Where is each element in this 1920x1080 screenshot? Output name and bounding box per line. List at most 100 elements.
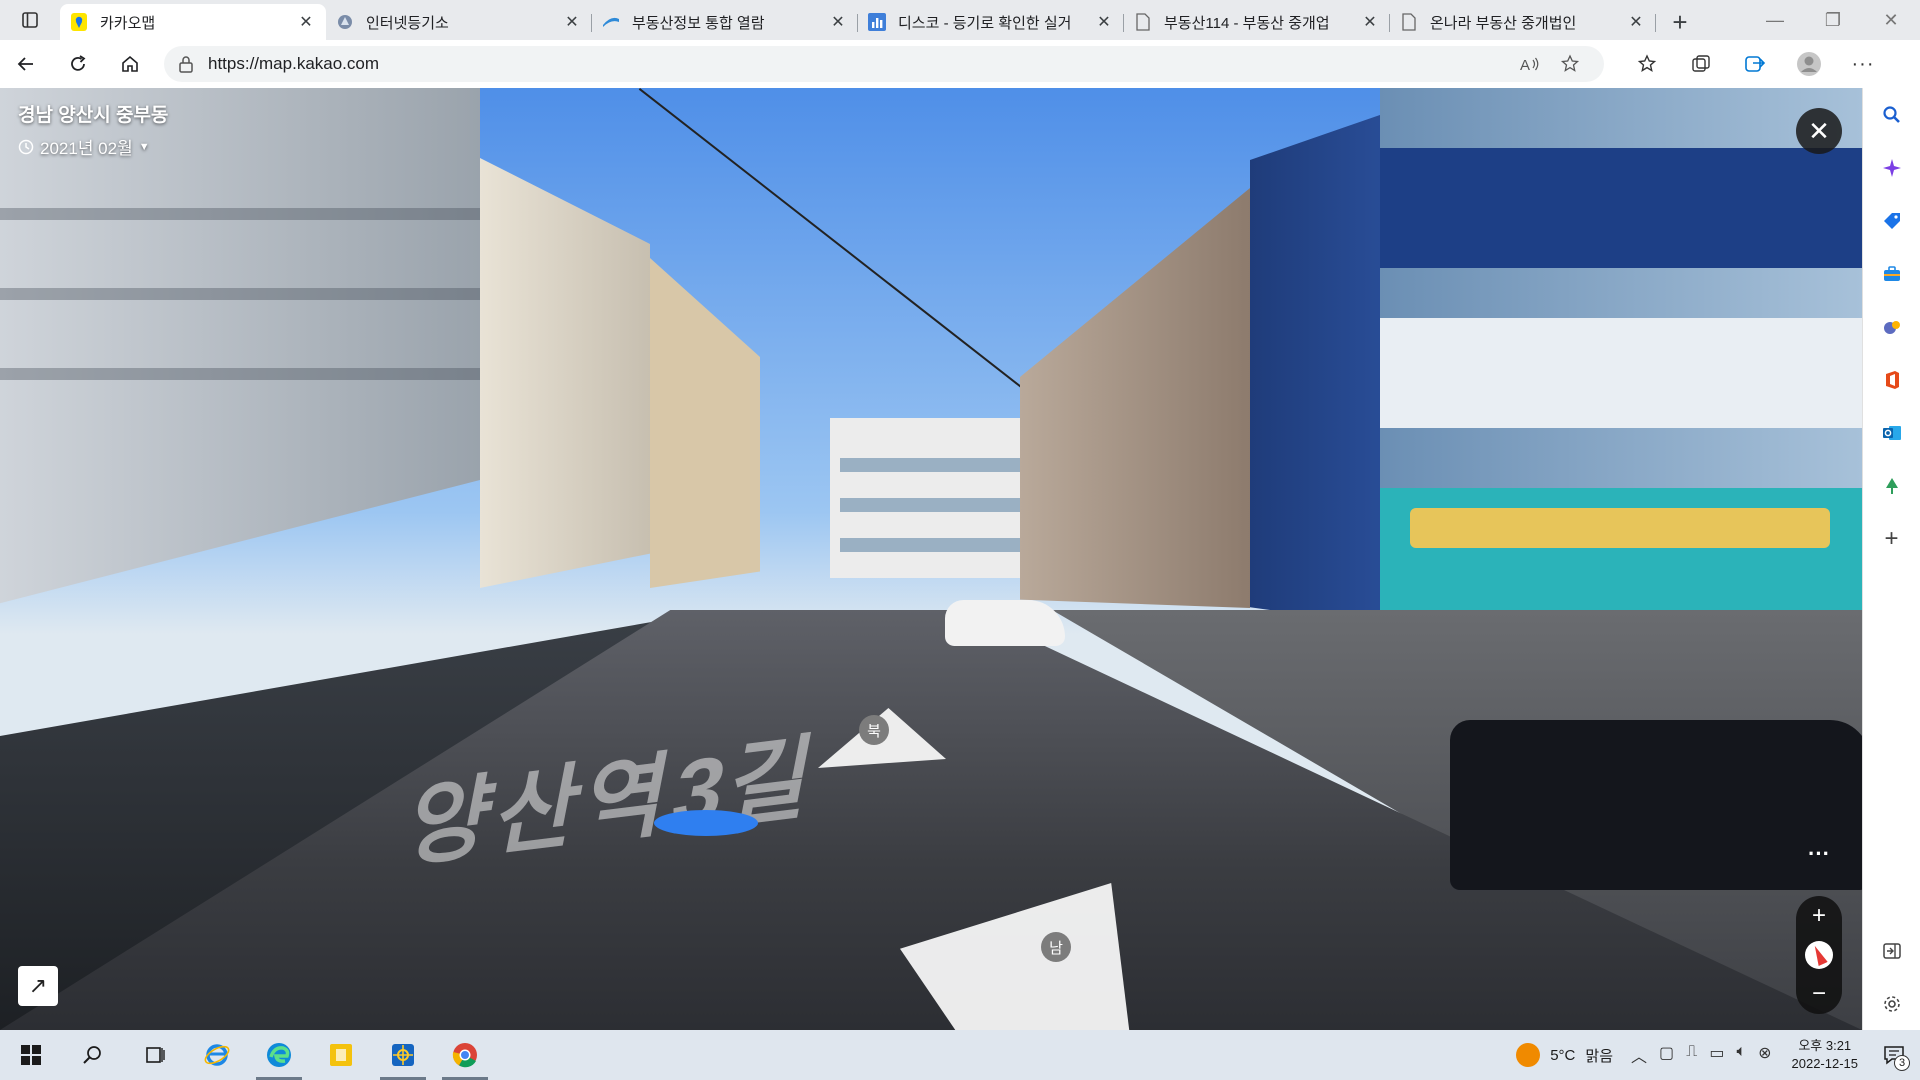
tab-actions-button[interactable]: [0, 0, 60, 40]
tab-title: 카카오맵: [100, 14, 156, 32]
tab-title: 디스코 - 등기로 확인한 실거: [898, 14, 1072, 32]
tab-close-icon[interactable]: ✕: [1360, 12, 1380, 32]
lock-icon: [179, 56, 193, 73]
pinned-app-network[interactable]: [372, 1030, 434, 1080]
add-favorite-icon[interactable]: [1550, 54, 1590, 74]
chevron-up-icon[interactable]: ︿: [1631, 1043, 1647, 1067]
profile-button[interactable]: [1782, 40, 1836, 88]
internet-explorer-icon: [204, 1044, 230, 1066]
registry-icon: [336, 13, 354, 31]
expand-map-button[interactable]: ↗: [18, 966, 58, 1006]
collections-button[interactable]: [1674, 40, 1728, 88]
capture-date: 2021년 02월: [40, 139, 133, 158]
tab-close-icon[interactable]: ✕: [1626, 12, 1646, 32]
tab-close-icon[interactable]: ✕: [828, 12, 848, 32]
tab-actions-icon: [22, 12, 38, 28]
arrow-up-right-icon: ↗: [28, 973, 48, 998]
refresh-button[interactable]: [52, 40, 104, 88]
windows-logo-icon: [21, 1045, 41, 1065]
capture-date-selector[interactable]: 2021년 02월 ▼: [18, 134, 150, 159]
new-tab-button[interactable]: +: [1656, 4, 1704, 40]
window-controls: — ❐ ✕: [1746, 0, 1920, 40]
start-button[interactable]: [0, 1030, 62, 1080]
parked-car-white: [945, 600, 1065, 646]
zoom-in-button[interactable]: +: [1812, 902, 1826, 930]
clock-date: 2022-12-15: [1791, 1056, 1859, 1071]
chart-bar-icon: [868, 13, 886, 31]
sidebar-tree[interactable]: [1863, 459, 1920, 512]
home-button[interactable]: [104, 40, 156, 88]
tab-close-icon[interactable]: ✕: [296, 12, 316, 32]
tab-title: 부동산정보 통합 열람: [632, 14, 765, 32]
more-horizontal-icon: ···: [1808, 841, 1830, 866]
puzzle-app-icon: [330, 1044, 352, 1066]
tree-icon: [1885, 477, 1898, 494]
tab-close-icon[interactable]: ✕: [1094, 12, 1114, 32]
zoom-out-button[interactable]: −: [1812, 980, 1826, 1008]
tab-realestate114[interactable]: 부동산114 - 부동산 중개업 ✕: [1124, 4, 1390, 40]
tab-onnara[interactable]: 온나라 부동산 중개법인 ✕: [1390, 4, 1656, 40]
tab-close-icon[interactable]: ✕: [562, 12, 582, 32]
edge-sidebar: +: [1862, 88, 1920, 1030]
sidebar-copilot[interactable]: [1863, 141, 1920, 194]
more-options-button[interactable]: ···: [1796, 843, 1842, 869]
close-window-button[interactable]: ✕: [1862, 0, 1920, 40]
edge-app[interactable]: [248, 1030, 310, 1080]
tag-icon: [1883, 212, 1900, 229]
kakaomap-pin-icon: [70, 13, 88, 31]
sidebar-games[interactable]: [1863, 300, 1920, 353]
sidebar-search[interactable]: [1863, 88, 1920, 141]
url-text[interactable]: https://map.kakao.com: [208, 54, 1510, 74]
zoom-control: + −: [1796, 896, 1842, 1014]
tab-kakaomap[interactable]: 카카오맵 ✕: [60, 4, 326, 40]
favorites-button[interactable]: [1620, 40, 1674, 88]
ime-icon[interactable]: ⊗: [1758, 1043, 1771, 1067]
sidebar-tools[interactable]: [1863, 247, 1920, 300]
street-view-panorama[interactable]: 양산역3길 북 남: [0, 88, 1862, 1030]
close-roadview-button[interactable]: ✕: [1796, 108, 1842, 154]
edge-feature-button[interactable]: [1728, 40, 1782, 88]
sidebar-office[interactable]: [1863, 353, 1920, 406]
tab-disco[interactable]: 디스코 - 등기로 확인한 실거 ✕: [858, 4, 1124, 40]
pinned-app-yellow[interactable]: [310, 1030, 372, 1080]
tray-app-icon[interactable]: ▢: [1659, 1043, 1674, 1067]
read-aloud-icon[interactable]: A: [1510, 55, 1550, 73]
outlook-icon: [1882, 425, 1901, 440]
minimize-button[interactable]: —: [1746, 0, 1804, 40]
address-bar[interactable]: https://map.kakao.com A: [164, 46, 1604, 82]
weather-widget[interactable]: 5°C 맑음: [1516, 1043, 1613, 1067]
task-view-button[interactable]: [124, 1030, 186, 1080]
sidebar-shopping[interactable]: [1863, 194, 1920, 247]
realestate-info-icon: [602, 13, 620, 31]
tab-title: 인터넷등기소: [366, 14, 449, 32]
sidebar-add[interactable]: +: [1863, 512, 1920, 565]
office-icon: [1885, 370, 1899, 389]
tab-realestate-info[interactable]: 부동산정보 통합 열람 ✕: [592, 4, 858, 40]
compass-icon[interactable]: [1805, 941, 1833, 969]
page-icon: [1400, 13, 1418, 31]
volume-icon[interactable]: 🔈︎: [1736, 1043, 1746, 1067]
taskbar-search-button[interactable]: [62, 1030, 124, 1080]
battery-icon[interactable]: ▭: [1709, 1043, 1724, 1067]
network-icon[interactable]: ⎍: [1686, 1043, 1697, 1067]
restore-button[interactable]: ❐: [1804, 0, 1862, 40]
sidebar-hide[interactable]: [1863, 924, 1920, 977]
plus-icon: +: [1672, 6, 1688, 37]
system-clock[interactable]: 오후 3:21 2022-12-15: [1792, 1037, 1859, 1073]
toolbox-icon: [1883, 265, 1900, 281]
settings-menu-button[interactable]: ···: [1836, 40, 1890, 88]
chrome-app[interactable]: [434, 1030, 496, 1080]
direction-label-south: 남: [1041, 932, 1071, 962]
arrow-left-icon: [17, 57, 33, 71]
home-icon: [122, 55, 138, 72]
sidebar-settings[interactable]: [1863, 977, 1920, 1030]
edge-icon: [267, 1043, 291, 1067]
sidebar-outlook[interactable]: [1863, 406, 1920, 459]
network-app-icon: [392, 1044, 414, 1066]
tab-internet-registry[interactable]: 인터넷등기소 ✕: [326, 4, 592, 40]
back-button[interactable]: [0, 40, 52, 88]
internet-explorer-app[interactable]: [186, 1030, 248, 1080]
caret-down-icon: ▼: [138, 140, 150, 153]
notification-center-button[interactable]: 3: [1876, 1037, 1912, 1073]
svg-text:A: A: [1520, 57, 1530, 73]
